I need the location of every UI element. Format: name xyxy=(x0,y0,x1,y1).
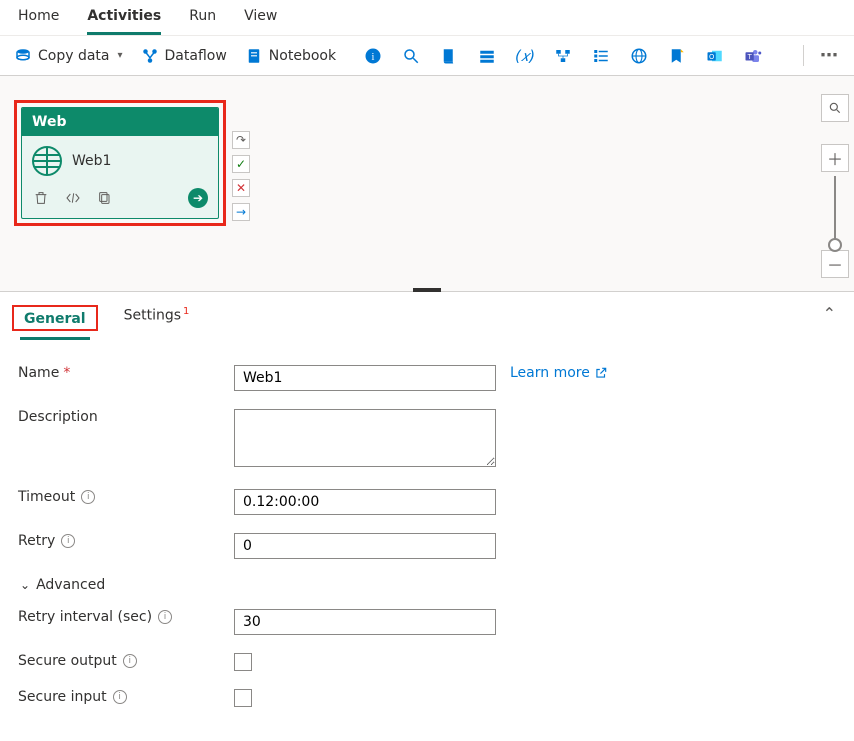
ribbon-dataflow[interactable]: Dataflow xyxy=(141,47,227,65)
collapse-panel-icon[interactable]: ⌃ xyxy=(823,304,836,323)
branch-icon xyxy=(141,47,159,65)
ribbon-dataflow-label: Dataflow xyxy=(165,48,227,64)
zoom-fit-button[interactable] xyxy=(821,94,849,122)
notebook-icon xyxy=(245,47,263,65)
zoom-out-button[interactable]: － xyxy=(821,250,849,278)
retry-interval-input[interactable] xyxy=(234,609,496,635)
info-icon[interactable]: i xyxy=(158,610,172,624)
zoom-thumb[interactable] xyxy=(828,238,842,252)
tab-general-highlight: General xyxy=(12,305,98,331)
info-icon[interactable]: i xyxy=(81,490,95,504)
activity-highlight: Web Web1 ➔ ↷ ✓ ✕ → xyxy=(14,100,226,226)
label-secure-input: Secure input xyxy=(18,689,107,705)
svg-text:i: i xyxy=(372,51,375,62)
search-icon[interactable] xyxy=(402,47,420,65)
row-name: Name * Learn more xyxy=(18,365,838,391)
label-secure-output: Secure output xyxy=(18,653,117,669)
settings-badge: 1 xyxy=(183,306,189,317)
pipeline-icon[interactable] xyxy=(554,47,572,65)
label-description: Description xyxy=(18,409,98,425)
teams-icon[interactable]: T xyxy=(744,47,762,65)
steps-icon[interactable] xyxy=(592,47,610,65)
label-retry-interval: Retry interval (sec) xyxy=(18,609,152,625)
delete-icon[interactable] xyxy=(32,189,50,207)
bookmark-icon[interactable] xyxy=(668,47,686,65)
advanced-toggle[interactable]: ⌄ Advanced xyxy=(20,577,838,593)
row-retry: Retry i xyxy=(18,533,838,559)
property-tab-settings[interactable]: Settings1 xyxy=(120,302,194,334)
general-properties-form: Name * Learn more Description Timeout i … xyxy=(0,341,854,741)
advanced-label: Advanced xyxy=(36,577,105,593)
activity-status-badges: ↷ ✓ ✕ → xyxy=(232,131,250,221)
activity-name-label: Web1 xyxy=(72,153,111,169)
secure-output-checkbox[interactable] xyxy=(234,653,252,671)
ribbon-notebook[interactable]: Notebook xyxy=(245,47,336,65)
zoom-controls: ＋ － xyxy=(820,94,850,278)
timeout-input[interactable] xyxy=(234,489,496,515)
tab-run[interactable]: Run xyxy=(189,8,216,35)
success-badge-icon[interactable]: ✓ xyxy=(232,155,250,173)
pipeline-canvas[interactable]: Web Web1 ➔ ↷ ✓ ✕ → ＋ － xyxy=(0,76,854,292)
tab-home[interactable]: Home xyxy=(18,8,59,35)
property-tab-general[interactable]: General xyxy=(20,307,90,340)
copy-data-icon xyxy=(14,47,32,65)
ribbon-copy-data-label: Copy data xyxy=(38,48,110,64)
skip-badge-icon[interactable]: → xyxy=(232,203,250,221)
failure-badge-icon[interactable]: ✕ xyxy=(232,179,250,197)
activity-node-web[interactable]: Web Web1 ➔ xyxy=(21,107,219,219)
ribbon-notebook-label: Notebook xyxy=(269,48,336,64)
info-icon[interactable]: i xyxy=(61,534,75,548)
retry-input[interactable] xyxy=(234,533,496,559)
zoom-slider[interactable] xyxy=(834,176,836,246)
required-marker: * xyxy=(63,365,70,381)
label-timeout: Timeout xyxy=(18,489,75,505)
variable-icon[interactable]: (𝑥) xyxy=(516,47,534,65)
property-tab-settings-label: Settings xyxy=(124,308,181,324)
label-retry: Retry xyxy=(18,533,55,549)
ribbon-toolbar: Copy data ▾ Dataflow Notebook i (𝑥) O T … xyxy=(0,36,854,76)
learn-more-link[interactable]: Learn more xyxy=(510,365,608,381)
chevron-down-icon: ⌄ xyxy=(20,578,30,592)
outlook-icon[interactable]: O xyxy=(706,47,724,65)
info-icon[interactable]: i xyxy=(113,690,127,704)
activity-type-label: Web xyxy=(22,108,218,136)
web-activity-icon xyxy=(32,146,62,176)
globe-icon[interactable] xyxy=(630,47,648,65)
row-timeout: Timeout i xyxy=(18,489,838,515)
script-icon[interactable] xyxy=(440,47,458,65)
ribbon-icon-group: i (𝑥) O T xyxy=(364,47,762,65)
row-secure-input: Secure input i xyxy=(18,689,838,707)
info-icon[interactable]: i xyxy=(364,47,382,65)
copy-icon[interactable] xyxy=(96,189,114,207)
svg-text:O: O xyxy=(709,53,714,61)
run-activity-icon[interactable]: ➔ xyxy=(188,188,208,208)
top-tab-bar: Home Activities Run View xyxy=(0,0,854,36)
code-icon[interactable] xyxy=(64,189,82,207)
row-secure-output: Secure output i xyxy=(18,653,838,671)
chevron-down-icon: ▾ xyxy=(118,50,123,61)
label-name: Name xyxy=(18,365,59,381)
external-link-icon xyxy=(594,366,608,380)
list-icon[interactable] xyxy=(478,47,496,65)
description-input[interactable] xyxy=(234,409,496,467)
secure-input-checkbox[interactable] xyxy=(234,689,252,707)
zoom-in-button[interactable]: ＋ xyxy=(821,144,849,172)
name-input[interactable] xyxy=(234,365,496,391)
row-description: Description xyxy=(18,409,838,471)
learn-more-label: Learn more xyxy=(510,365,590,381)
undo-badge-icon[interactable]: ↷ xyxy=(232,131,250,149)
tab-view[interactable]: View xyxy=(244,8,277,35)
property-tab-bar: General Settings1 ⌃ xyxy=(0,292,854,334)
info-icon[interactable]: i xyxy=(123,654,137,668)
ribbon-copy-data[interactable]: Copy data ▾ xyxy=(14,47,123,65)
row-retry-interval: Retry interval (sec) i xyxy=(18,609,838,635)
tab-activities[interactable]: Activities xyxy=(87,8,161,35)
ribbon-overflow[interactable]: ⋯ xyxy=(803,45,840,66)
svg-text:T: T xyxy=(747,53,753,61)
